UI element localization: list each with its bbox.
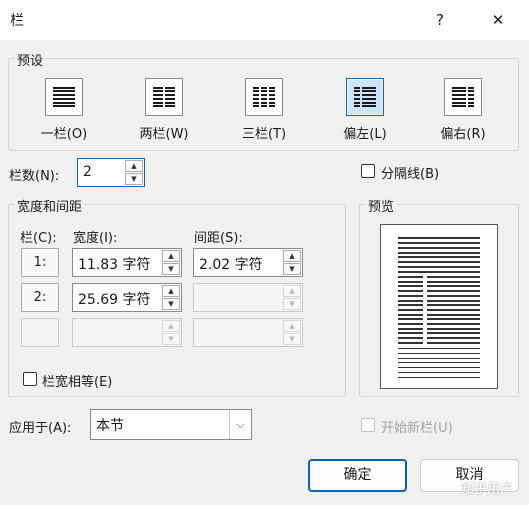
- column-2-spacing-down-icon: ▼: [283, 298, 301, 310]
- chevron-down-icon[interactable]: ⌵: [229, 410, 251, 439]
- column-2-width-stepper[interactable]: 25.69 字符 ▲ ▼: [72, 283, 182, 312]
- ok-button[interactable]: 确定: [308, 459, 407, 492]
- preview-right-column: [427, 276, 480, 344]
- column-3-button: [21, 318, 59, 347]
- column-3-spacing-up-icon: ▲: [283, 320, 301, 332]
- width-header: 宽度(I):: [73, 231, 118, 246]
- width-spacing-label: 宽度和间距: [14, 196, 86, 215]
- preset-one-column-label: 一栏(O): [40, 127, 88, 142]
- spacing-header: 间距(S):: [194, 231, 243, 246]
- preset-left-label: 偏左(L): [343, 127, 387, 142]
- new-column-label: 开始新栏(U): [381, 421, 453, 436]
- column-1-width-up-icon[interactable]: ▲: [162, 250, 180, 262]
- preset-right[interactable]: 偏右(R): [423, 78, 503, 142]
- num-columns-up-icon[interactable]: ▲: [125, 160, 143, 172]
- column-1-spacing-stepper[interactable]: 2.02 字符 ▲ ▼: [193, 248, 303, 277]
- num-columns-stepper[interactable]: 2 ▲ ▼: [77, 158, 145, 187]
- column-2-width-down-icon[interactable]: ▼: [162, 298, 180, 310]
- column-2-spacing-up-icon: ▲: [283, 285, 301, 297]
- preset-right-label: 偏右(R): [440, 127, 486, 142]
- right-columns-icon: [444, 78, 482, 116]
- help-button[interactable]: ?: [420, 6, 460, 34]
- presets-label: 预设: [14, 50, 47, 69]
- num-columns-value: 2: [83, 164, 92, 180]
- preset-left[interactable]: 偏左(L): [325, 78, 405, 142]
- apply-to-label: 应用于(A):: [9, 421, 72, 436]
- column-2-width-up-icon[interactable]: ▲: [162, 285, 180, 297]
- preview-bottom-text: [398, 348, 480, 378]
- close-button[interactable]: ✕: [478, 6, 518, 34]
- equal-width-checkbox[interactable]: [23, 372, 37, 386]
- col-header: 栏(C):: [20, 231, 57, 246]
- preset-two-columns-label: 两栏(W): [139, 127, 189, 142]
- column-1-width-value: 11.83 字符: [78, 257, 151, 273]
- three-columns-icon: [245, 78, 283, 116]
- preview-top-text: [398, 237, 480, 273]
- column-2-button[interactable]: 2:: [21, 283, 59, 312]
- apply-to-select[interactable]: 本节 ⌵: [90, 409, 252, 440]
- column-1-spacing-down-icon[interactable]: ▼: [283, 263, 301, 275]
- new-column-checkbox: [361, 418, 375, 432]
- column-1-width-down-icon[interactable]: ▼: [162, 263, 180, 275]
- column-3-width-stepper: ▲ ▼: [72, 318, 182, 347]
- column-1-width-stepper[interactable]: 11.83 字符 ▲ ▼: [72, 248, 182, 277]
- column-3-spacing-stepper: ▲ ▼: [193, 318, 303, 347]
- num-columns-down-icon[interactable]: ▼: [125, 173, 143, 185]
- column-2-width-value: 25.69 字符: [78, 292, 151, 308]
- one-column-icon: [45, 78, 83, 116]
- column-2-spacing-stepper: ▲ ▼: [193, 283, 303, 312]
- two-columns-icon: [145, 78, 183, 116]
- preset-two-columns[interactable]: 两栏(W): [124, 78, 204, 142]
- preset-three-columns-label: 三栏(T): [241, 127, 287, 142]
- window-title: 栏: [10, 13, 24, 29]
- column-1-button[interactable]: 1:: [21, 248, 59, 277]
- equal-width-label: 栏宽相等(E): [42, 375, 113, 390]
- preview-label: 预览: [365, 196, 398, 215]
- column-1-spacing-value: 2.02 字符: [199, 257, 263, 273]
- num-columns-label: 栏数(N):: [9, 169, 60, 184]
- apply-to-value: 本节: [96, 418, 124, 434]
- left-columns-icon: [346, 78, 384, 116]
- watermark: 知乎用户: [460, 482, 513, 497]
- column-3-spacing-down-icon: ▼: [283, 333, 301, 345]
- column-1-spacing-up-icon[interactable]: ▲: [283, 250, 301, 262]
- separator-checkbox[interactable]: [361, 164, 375, 178]
- column-3-width-up-icon: ▲: [162, 320, 180, 332]
- preview-left-column: [398, 276, 423, 344]
- preset-one-column[interactable]: 一栏(O): [24, 78, 104, 142]
- preset-three-columns[interactable]: 三栏(T): [224, 78, 304, 142]
- column-3-width-down-icon: ▼: [162, 333, 180, 345]
- preview-page: [380, 224, 498, 389]
- separator-label: 分隔线(B): [381, 167, 440, 182]
